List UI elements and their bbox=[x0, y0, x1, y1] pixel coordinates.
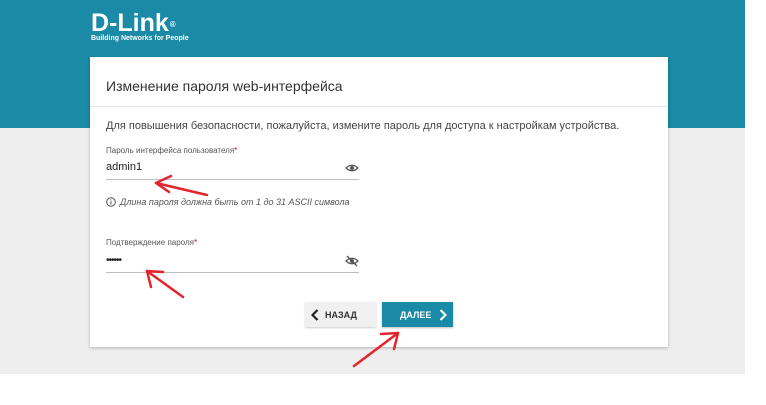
next-button[interactable]: ДАЛЕЕ bbox=[382, 302, 453, 327]
password-change-card: Изменение пароля web-интерфейса Для повы… bbox=[90, 57, 668, 347]
confirm-label: Подтверждение пароля* bbox=[106, 238, 198, 247]
next-button-label: ДАЛЕЕ bbox=[400, 309, 432, 320]
chevron-right-icon bbox=[440, 308, 448, 321]
confirm-password-field[interactable]: •••••• bbox=[106, 250, 359, 273]
password-field[interactable]: admin1 bbox=[106, 157, 359, 180]
description-text: Для повышения безопасности, пожалуйста, … bbox=[106, 120, 620, 132]
page-title: Изменение пароля web-интерфейса bbox=[106, 78, 343, 94]
logo-registered-mark: ® bbox=[169, 20, 176, 29]
password-hint: Длина пароля должна быть от 1 до 31 ASCI… bbox=[106, 197, 350, 207]
required-mark: * bbox=[234, 146, 238, 155]
logo-tagline: Building Networks for People bbox=[91, 35, 189, 42]
back-button[interactable]: НАЗАД bbox=[305, 302, 376, 327]
password-value[interactable]: admin1 bbox=[106, 161, 142, 173]
hint-text: Длина пароля должна быть от 1 до 31 ASCI… bbox=[120, 197, 350, 207]
back-button-label: НАЗАД bbox=[325, 309, 357, 320]
password-label: Пароль интерфейса пользователя* bbox=[106, 146, 238, 155]
dlink-logo: D-Link® Building Networks for People bbox=[91, 10, 189, 42]
required-mark: * bbox=[193, 238, 198, 247]
chevron-left-icon bbox=[311, 308, 319, 321]
eye-icon[interactable] bbox=[345, 161, 359, 175]
logo-text: D-Link bbox=[91, 9, 169, 37]
info-icon bbox=[106, 197, 116, 207]
title-divider bbox=[90, 106, 668, 107]
confirm-value[interactable]: •••••• bbox=[106, 255, 122, 266]
eye-off-icon[interactable] bbox=[345, 254, 359, 268]
